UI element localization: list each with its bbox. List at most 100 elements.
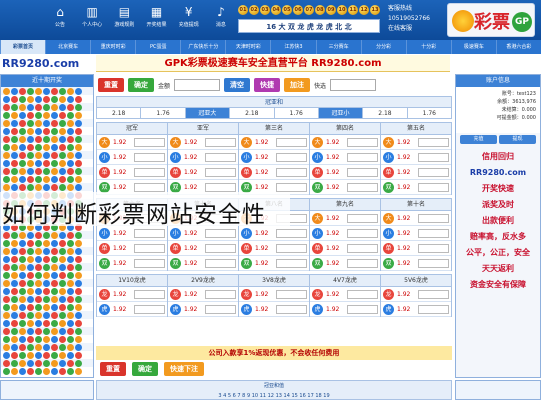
bet-cell[interactable]: 单 1.92 (168, 241, 238, 256)
bet-amount-input[interactable] (347, 182, 378, 192)
bet-cell[interactable]: 单 1.92 (381, 165, 451, 180)
bet-cell[interactable]: 小 1.92 (97, 150, 167, 165)
sum-odds-cell[interactable]: 2.18 (363, 108, 408, 119)
bet-cell[interactable]: 龙 1.92 (381, 287, 451, 302)
nav-tab[interactable]: 天津时时彩 (225, 40, 270, 54)
sum-odds-cell[interactable]: 1.76 (141, 108, 186, 119)
quick-button[interactable]: 快捷 (254, 78, 281, 92)
nav-tab[interactable]: 重庆时时彩 (90, 40, 135, 54)
bet-amount-input[interactable] (205, 228, 236, 238)
bet-amount-input[interactable] (347, 213, 378, 223)
sum-odds-cell[interactable]: 冠亚大 (185, 108, 231, 119)
nav-tab[interactable]: PC蛋蛋 (135, 40, 180, 54)
bet-amount-input[interactable] (418, 243, 449, 253)
bet-cell[interactable]: 小 1.92 (168, 150, 238, 165)
bet-cell[interactable]: 双 1.92 (381, 180, 451, 195)
sum-odds-cell[interactable]: 2.18 (230, 108, 275, 119)
bet-amount-input[interactable] (134, 304, 165, 314)
bet-amount-input[interactable] (134, 228, 165, 238)
bet-cell[interactable]: 单 1.92 (168, 165, 238, 180)
bet-amount-input[interactable] (134, 289, 165, 299)
nav-tab[interactable]: 香港六合彩 (495, 40, 541, 54)
bet-cell[interactable]: 龙 1.92 (97, 287, 167, 302)
bet-cell[interactable]: 单 1.92 (381, 241, 451, 256)
bet-cell[interactable]: 单 1.92 (239, 241, 309, 256)
bet-amount-input[interactable] (276, 137, 307, 147)
deposit-button[interactable]: 充值 (460, 135, 497, 144)
home-nav-item[interactable]: ⌂ 公告 (48, 4, 72, 36)
bet-amount-input[interactable] (205, 304, 236, 314)
bet-cell[interactable]: 虎 1.92 (168, 302, 238, 317)
bet-cell[interactable]: 小 1.92 (239, 150, 309, 165)
bet-amount-input[interactable] (418, 258, 449, 268)
bet-amount-input[interactable] (347, 167, 378, 177)
bet-amount-input[interactable] (205, 243, 236, 253)
bet-amount-input[interactable] (418, 137, 449, 147)
bet-amount-input[interactable] (134, 182, 165, 192)
bet-cell[interactable]: 虎 1.92 (310, 302, 380, 317)
chart-nav-item[interactable]: ▤ 游戏规则 (112, 4, 136, 36)
bet-amount-input[interactable] (418, 289, 449, 299)
bet-cell[interactable]: 大1.92 (310, 135, 380, 150)
bet-amount-input[interactable] (205, 182, 236, 192)
bet-amount-input[interactable] (276, 182, 307, 192)
sum-odds-cell[interactable]: 2.18 (97, 108, 142, 119)
bet-amount-input[interactable] (418, 213, 449, 223)
bet-cell[interactable]: 双 1.92 (310, 180, 380, 195)
bet-amount-input[interactable] (347, 243, 378, 253)
bet-amount-input[interactable] (276, 258, 307, 268)
bet-cell[interactable]: 小 1.92 (381, 226, 451, 241)
nav-tab[interactable]: 彩票首页 (0, 40, 46, 54)
sum-odds-cell[interactable]: 冠亚小 (318, 108, 364, 119)
bet-amount-input[interactable] (347, 152, 378, 162)
clear-button[interactable]: 清空 (224, 78, 251, 92)
bet-amount-input[interactable] (347, 137, 378, 147)
bet-amount-input[interactable] (347, 258, 378, 268)
bet-cell[interactable]: 单 1.92 (310, 241, 380, 256)
bell-nav-item[interactable]: ♪ 消息 (209, 4, 233, 36)
sum-odds-cell[interactable]: 1.76 (407, 108, 452, 119)
nav-tab[interactable]: 分分彩 (360, 40, 406, 54)
bet-amount-input[interactable] (276, 243, 307, 253)
nav-tab[interactable]: 十分彩 (405, 40, 451, 54)
bet-cell[interactable]: 单 1.92 (310, 165, 380, 180)
bet-amount-input[interactable] (134, 152, 165, 162)
bet-cell[interactable]: 大1.92 (310, 211, 380, 226)
bet-amount-input[interactable] (134, 137, 165, 147)
bet-amount-input[interactable] (134, 258, 165, 268)
amount-input[interactable] (174, 79, 221, 91)
nav-tab[interactable]: 广东快乐十分 (180, 40, 225, 54)
bet-cell[interactable]: 小 1.92 (310, 226, 380, 241)
bet-amount-input[interactable] (134, 167, 165, 177)
bet-amount-input[interactable] (418, 152, 449, 162)
bet-cell[interactable]: 双 1.92 (381, 256, 451, 271)
bet-cell[interactable]: 虎 1.92 (239, 302, 309, 317)
withdraw-button[interactable]: 提现 (499, 135, 536, 144)
bet-amount-input[interactable] (134, 243, 165, 253)
bars-nav-item[interactable]: ▥ 个人中心 (80, 4, 104, 36)
bet-cell[interactable]: 双 1.92 (239, 256, 309, 271)
bet-cell[interactable]: 虎 1.92 (97, 302, 167, 317)
bet-cell[interactable]: 双 1.92 (310, 256, 380, 271)
bet-amount-input[interactable] (418, 228, 449, 238)
doc-nav-item[interactable]: ▦ 开奖结果 (145, 4, 169, 36)
sum-odds-cell[interactable]: 1.76 (274, 108, 319, 119)
contact-line[interactable]: 在线客服 (388, 24, 446, 34)
bet-amount-input[interactable] (205, 137, 236, 147)
bet-cell[interactable]: 小 1.92 (310, 150, 380, 165)
bet-cell[interactable]: 大1.92 (381, 211, 451, 226)
nav-tab[interactable]: 江苏快3 (270, 40, 315, 54)
bet-amount-input[interactable] (418, 304, 449, 314)
bet-cell[interactable]: 龙 1.92 (168, 287, 238, 302)
money-nav-item[interactable]: ¥ 充值提现 (177, 4, 201, 36)
nav-tab[interactable]: 极速赛车 (450, 40, 496, 54)
bet-amount-input[interactable] (347, 228, 378, 238)
nav-tab[interactable]: 北京赛车 (45, 40, 90, 54)
add-bet-button[interactable]: 加注 (284, 78, 311, 92)
bet-cell[interactable]: 虎 1.92 (381, 302, 451, 317)
bet-cell[interactable]: 单 1.92 (239, 165, 309, 180)
bet-cell[interactable]: 大1.92 (97, 135, 167, 150)
fast-bet-button[interactable]: 快速下注 (164, 362, 204, 376)
bet-amount-input[interactable] (347, 289, 378, 299)
bet-cell[interactable]: 单 1.92 (97, 165, 167, 180)
